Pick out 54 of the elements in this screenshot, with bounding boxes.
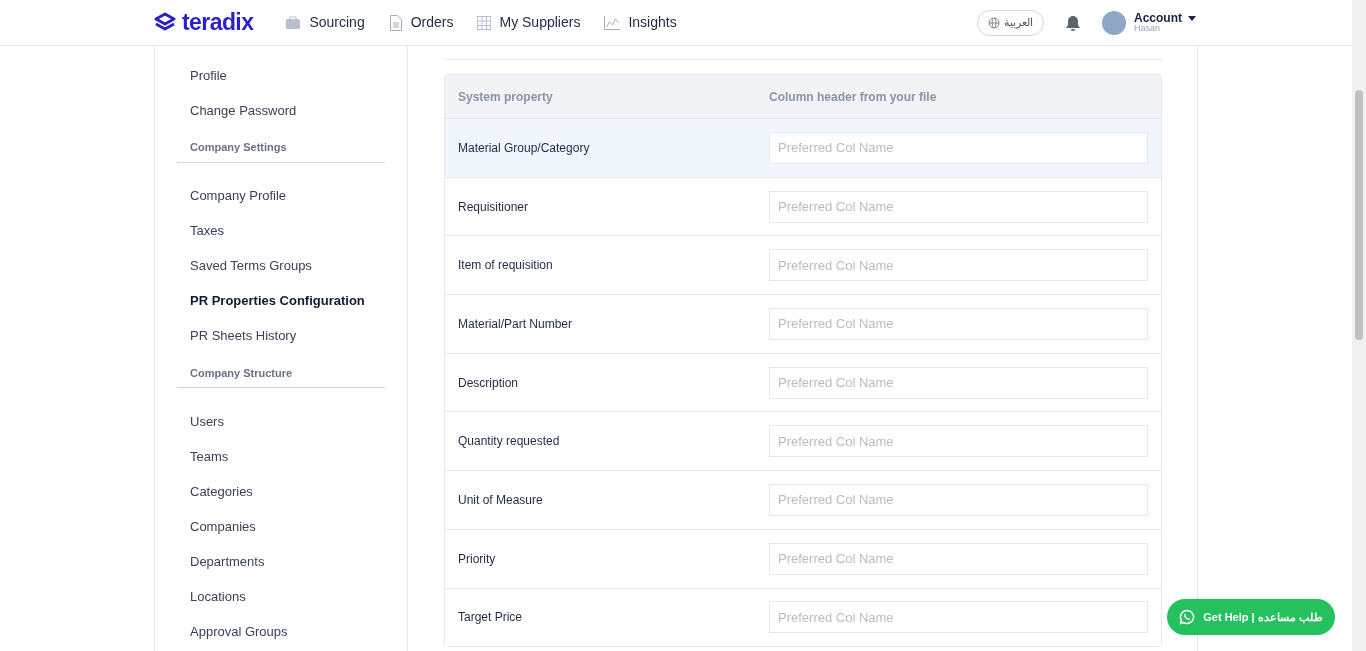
- table-row[interactable]: Target Price Preferred Col Name: [445, 587, 1161, 647]
- document-icon: [388, 14, 403, 31]
- property-name: Priority: [458, 550, 497, 568]
- property-name: Target Price: [458, 609, 524, 627]
- table-row[interactable]: Material Group/Category Preferred Col Name: [445, 118, 1161, 177]
- section-heading: Company Settings: [177, 139, 385, 163]
- account-label[interactable]: Account: [1134, 12, 1182, 24]
- input-field[interactable]: Preferred Col Name: [769, 131, 1148, 164]
- chart-icon: [604, 15, 621, 30]
- nav-link[interactable]: Insights: [604, 12, 677, 33]
- nav-link[interactable]: My Suppliers: [477, 12, 581, 33]
- briefcase-icon: [285, 15, 302, 30]
- nav-link[interactable]: Sourcing: [285, 12, 365, 33]
- grid-icon: [477, 15, 492, 30]
- input-field[interactable]: Preferred Col Name: [769, 366, 1148, 399]
- sidebar-item[interactable]: PR Properties Configuration: [177, 283, 385, 319]
- input-field[interactable]: Preferred Col Name: [769, 190, 1148, 223]
- sidebar-item[interactable]: Departments: [177, 544, 385, 579]
- logo-text: teradix: [182, 8, 254, 38]
- sidebar-item[interactable]: Approval Groups: [177, 614, 385, 649]
- sidebar-item[interactable]: Saved Terms Groups: [177, 248, 385, 284]
- property-name: Unit of Measure: [458, 491, 544, 509]
- column-header: System property: [458, 88, 554, 106]
- user-name: Hasan: [1134, 24, 1161, 33]
- input-field[interactable]: Preferred Col Name: [769, 542, 1148, 575]
- sidebar-item[interactable]: Teams: [177, 439, 385, 474]
- input-field[interactable]: Preferred Col Name: [769, 601, 1148, 634]
- nav-link[interactable]: Orders: [388, 12, 454, 33]
- globe-icon: [988, 16, 1000, 29]
- input-field[interactable]: Preferred Col Name: [769, 483, 1148, 516]
- sidebar-item[interactable]: PR Sheets History: [177, 318, 385, 354]
- input-field[interactable]: Preferred Col Name: [769, 425, 1148, 458]
- property-name: Material Group/Category: [458, 139, 591, 157]
- sidebar-item[interactable]: Users: [177, 404, 385, 439]
- column-header: Column header from your file: [769, 88, 938, 106]
- property-name: Requisitioner: [458, 198, 530, 216]
- property-name: Item of requisition: [458, 257, 554, 275]
- scrollbar[interactable]: [1352, 0, 1366, 651]
- sidebar-item[interactable]: Categories: [177, 474, 385, 509]
- property-name: Quantity requested: [458, 433, 561, 451]
- input-field[interactable]: Preferred Col Name: [769, 249, 1148, 282]
- sidebar-item[interactable]: Profile: [177, 58, 385, 93]
- caret-icon[interactable]: [1188, 15, 1196, 21]
- bell-icon[interactable]: [1064, 13, 1082, 32]
- sidebar-item[interactable]: Change Password: [177, 93, 385, 128]
- sidebar-item[interactable]: Locations: [177, 579, 385, 614]
- section-heading: Company Structure: [177, 364, 385, 388]
- sidebar-item[interactable]: Taxes: [177, 213, 385, 249]
- property-name: Description: [458, 374, 520, 392]
- input-field[interactable]: Preferred Col Name: [769, 307, 1148, 340]
- sidebar-item[interactable]: Companies: [177, 509, 385, 544]
- sidebar-item[interactable]: Company Profile: [177, 178, 385, 214]
- property-name: Material/Part Number: [458, 315, 574, 333]
- whatsapp-icon: [1179, 609, 1196, 625]
